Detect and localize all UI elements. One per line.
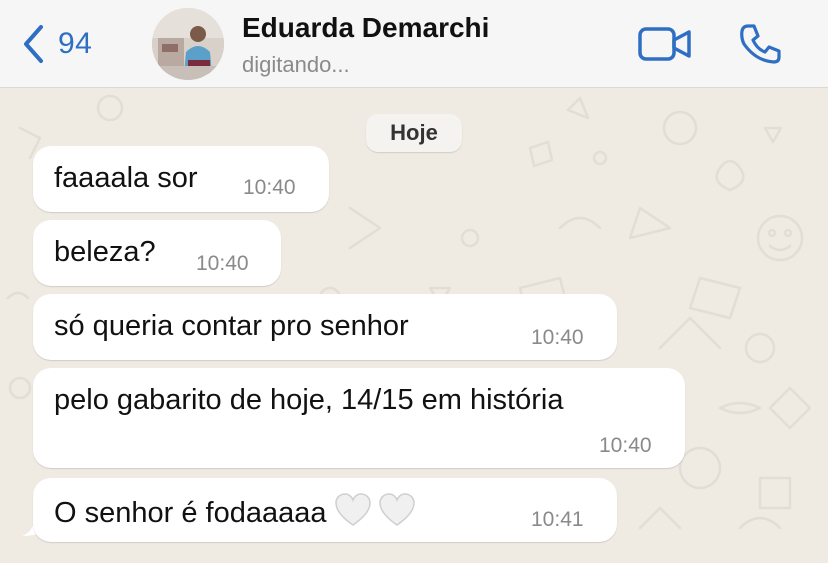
message-time: 10:40 [599,434,652,457]
message-bubble[interactable]: pelo gabarito de hoje, 14/15 em história… [33,368,685,468]
message-text-content: O senhor é fodaaaaa [54,497,327,529]
message-list[interactable]: Hoje faaaala sor 10:40 beleza? 10:40 só … [0,88,828,563]
date-divider: Hoje [366,114,462,152]
message-time: 10:40 [243,176,296,199]
white-heart-icon [379,493,416,526]
video-camera-icon [638,27,691,61]
white-heart-icon [335,493,372,526]
unread-count: 94 [58,27,93,60]
phone-icon [740,24,781,64]
avatar[interactable] [152,8,224,80]
typing-status: digitando... [242,52,350,77]
message-bubble[interactable]: só queria contar pro senhor 10:40 [33,294,617,360]
message-bubble[interactable]: O senhor é fodaaaaa 10:41 [33,478,617,542]
message-bubble[interactable]: faaaala sor 10:40 [33,146,329,212]
avatar-photo [152,8,224,80]
chat-header: 94 Eduarda Demarchi digitando... [0,0,828,88]
message-time: 10:40 [531,326,584,349]
message-text: beleza? [54,236,156,268]
contact-name[interactable]: Eduarda Demarchi [242,12,489,44]
message-text: O senhor é fodaaaaa [54,492,416,530]
back-button[interactable]: 94 [22,22,92,66]
chevron-left-icon [24,25,43,63]
message-text: faaaala sor [54,162,198,194]
message-text: só queria contar pro senhor [54,310,409,342]
message-bubble[interactable]: beleza? 10:40 [33,220,281,286]
video-call-button[interactable] [638,24,692,64]
message-time: 10:41 [531,508,584,531]
message-text: pelo gabarito de hoje, 14/15 em história [54,384,564,416]
message-time: 10:40 [196,252,249,275]
voice-call-button[interactable] [738,22,782,66]
